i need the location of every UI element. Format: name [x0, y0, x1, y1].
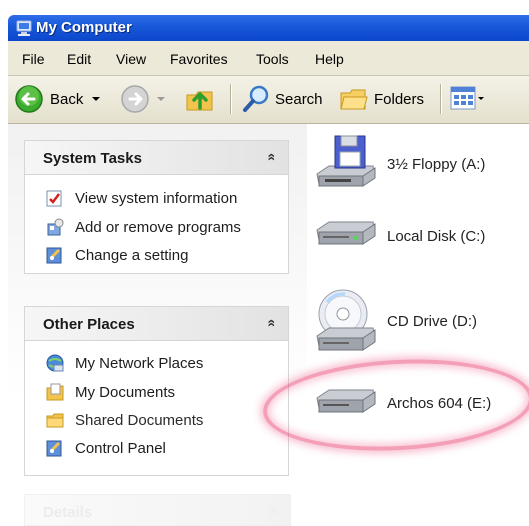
- drive-local-disk[interactable]: Local Disk (C:): [313, 216, 485, 256]
- task-pane: System Tasks » View system information A…: [8, 124, 307, 526]
- forward-arrow-icon: [121, 85, 149, 113]
- details-title: Details: [43, 504, 93, 521]
- menu-bar: File Edit View Favorites Tools Help: [8, 41, 529, 76]
- task-label: Change a setting: [75, 246, 189, 264]
- drive-cd[interactable]: CD Drive (D:): [313, 286, 477, 356]
- up-folder-icon: [186, 91, 213, 111]
- system-tasks-panel: System Tasks » View system information A…: [24, 140, 289, 274]
- other-places-title: Other Places: [43, 316, 135, 333]
- cd-drive-icon: [316, 289, 376, 351]
- forward-button[interactable]: [120, 84, 168, 114]
- title-bar: My Computer: [8, 15, 529, 41]
- search-button[interactable]: Search: [240, 83, 323, 115]
- search-label: Search: [275, 90, 323, 108]
- collapse-chevron-icon[interactable]: »: [264, 507, 280, 515]
- content-area: System Tasks » View system information A…: [8, 124, 529, 526]
- back-label: Back: [50, 90, 84, 108]
- hard-disk-icon: [316, 221, 376, 245]
- system-tasks-header[interactable]: System Tasks »: [25, 141, 288, 175]
- task-add-remove-programs[interactable]: Add or remove programs: [45, 217, 241, 237]
- task-label: Add or remove programs: [75, 218, 241, 236]
- system-properties-icon: [46, 190, 62, 207]
- place-label: My Documents: [75, 383, 176, 401]
- place-my-documents[interactable]: My Documents: [45, 382, 175, 402]
- place-shared-documents[interactable]: Shared Documents: [45, 410, 203, 430]
- up-folder-button[interactable]: [184, 83, 216, 115]
- task-view-system-information[interactable]: View system information: [45, 188, 237, 208]
- place-label: Shared Documents: [75, 411, 204, 429]
- menu-edit[interactable]: Edit: [67, 51, 91, 67]
- drive-label: Local Disk (C:): [387, 227, 486, 245]
- menu-tools[interactable]: Tools: [256, 51, 289, 67]
- views-icon: [450, 86, 484, 110]
- network-places-icon: [46, 354, 64, 372]
- back-dropdown-icon[interactable]: [89, 94, 103, 104]
- place-label: Control Panel: [75, 439, 166, 457]
- system-tasks-title: System Tasks: [43, 150, 142, 167]
- control-panel-icon: [46, 247, 62, 264]
- menu-favorites[interactable]: Favorites: [170, 51, 228, 67]
- folders-button[interactable]: Folders: [338, 83, 424, 115]
- task-change-setting[interactable]: Change a setting: [45, 245, 188, 265]
- views-button[interactable]: [450, 86, 484, 112]
- collapse-chevron-icon[interactable]: »: [262, 153, 278, 161]
- menu-view[interactable]: View: [116, 51, 146, 67]
- task-label: View system information: [75, 189, 238, 207]
- drive-floppy[interactable]: 3½ Floppy (A:): [313, 132, 485, 196]
- toolbar: Back Search Folders: [8, 76, 529, 124]
- place-my-network-places[interactable]: My Network Places: [45, 353, 203, 373]
- other-places-header[interactable]: Other Places »: [25, 307, 288, 341]
- add-remove-programs-icon: [47, 218, 64, 236]
- toolbar-separator: [440, 84, 442, 114]
- my-computer-icon: [16, 20, 32, 36]
- back-arrow-icon: [15, 85, 43, 113]
- shared-folder-icon: [46, 413, 64, 428]
- folders-icon: [340, 89, 368, 110]
- collapse-chevron-icon[interactable]: »: [262, 319, 278, 327]
- window-title: My Computer: [36, 19, 132, 36]
- place-control-panel[interactable]: Control Panel: [45, 438, 166, 458]
- floppy-drive-icon: [316, 135, 376, 187]
- place-label: My Network Places: [75, 354, 204, 372]
- menu-file[interactable]: File: [22, 51, 45, 67]
- forward-dropdown-icon[interactable]: [154, 94, 168, 104]
- details-panel-header[interactable]: Details »: [24, 494, 291, 526]
- search-icon: [243, 85, 269, 112]
- folders-label: Folders: [374, 90, 425, 108]
- control-panel-icon: [46, 440, 62, 457]
- drive-label: CD Drive (D:): [387, 312, 477, 330]
- my-documents-icon: [46, 383, 64, 401]
- menu-help[interactable]: Help: [315, 51, 344, 67]
- back-button[interactable]: Back: [14, 84, 103, 114]
- drive-label: 3½ Floppy (A:): [387, 155, 486, 173]
- toolbar-separator: [230, 84, 232, 114]
- other-places-panel: Other Places » My Network Places My Docu…: [24, 306, 289, 476]
